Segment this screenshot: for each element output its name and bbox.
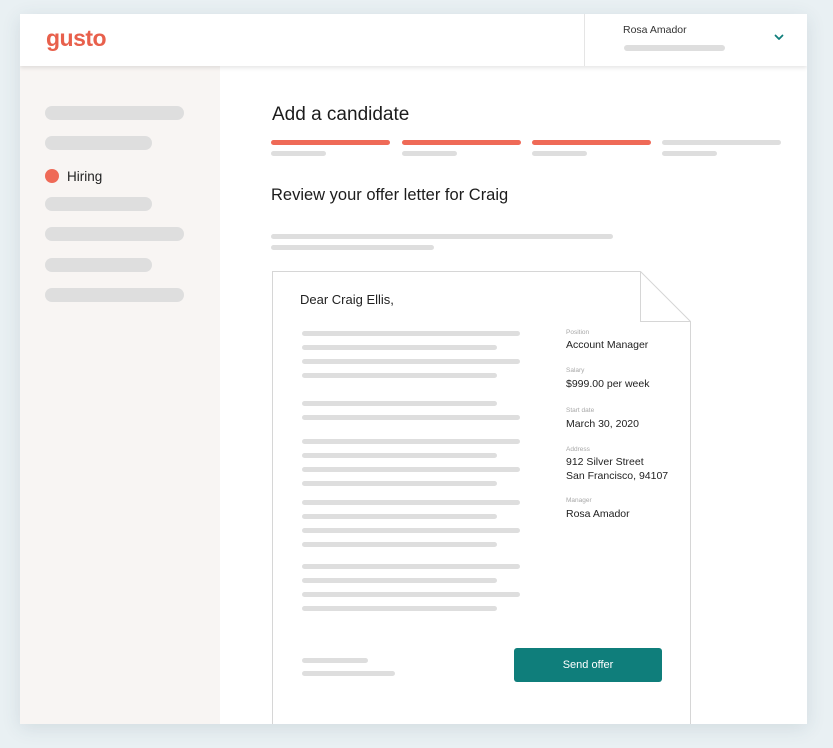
start-date-value: March 30, 2020 (566, 418, 639, 430)
sidebar: Hiring (20, 66, 220, 724)
letter-greeting: Dear Craig Ellis, (300, 292, 394, 307)
sidebar-item-placeholder[interactable] (45, 136, 152, 150)
gusto-logo[interactable]: gusto (46, 25, 107, 52)
letter-body-line (302, 564, 520, 569)
description-line (271, 245, 434, 250)
progress-step-3 (532, 140, 651, 145)
app-window: gusto Rosa Amador Hiring Add a candidate (20, 14, 807, 724)
letter-body-line (302, 481, 497, 486)
send-offer-button[interactable]: Send offer (514, 648, 662, 682)
sidebar-item-hiring[interactable]: Hiring (45, 166, 102, 186)
manager-value: Rosa Amador (566, 508, 630, 520)
account-menu[interactable]: Rosa Amador (584, 14, 807, 66)
progress-step-2 (402, 140, 521, 145)
letter-body-line (302, 514, 497, 519)
dot-icon (45, 169, 59, 183)
letter-body-line (302, 439, 520, 444)
letter-body-line (302, 606, 497, 611)
letter-body-line (302, 592, 520, 597)
section-title: Review your offer letter for Craig (271, 186, 509, 204)
letter-body-line (302, 359, 520, 364)
sidebar-item-placeholder[interactable] (45, 197, 152, 211)
account-user-name: Rosa Amador (623, 24, 687, 36)
sidebar-item-placeholder[interactable] (45, 258, 152, 272)
progress-step-1 (271, 140, 390, 145)
letter-body-line (302, 415, 520, 420)
address-line-1: 912 Silver Street (566, 456, 644, 468)
sidebar-item-label: Hiring (67, 168, 103, 184)
letter-signature-line (302, 658, 368, 663)
progress-step-label (402, 151, 457, 156)
chevron-down-icon[interactable] (773, 31, 785, 43)
position-value: Account Manager (566, 339, 649, 351)
progress-step-label (271, 151, 326, 156)
letter-body-line (302, 528, 520, 533)
letter-body-line (302, 401, 497, 406)
letter-body-line (302, 467, 520, 472)
letter-body-line (302, 578, 497, 583)
sidebar-item-placeholder[interactable] (45, 288, 184, 302)
letter-body-line (302, 453, 497, 458)
account-placeholder-bar (624, 45, 725, 51)
letter-body-line (302, 345, 497, 350)
letter-body-line (302, 373, 497, 378)
top-bar: gusto Rosa Amador (20, 14, 807, 66)
progress-step-label (662, 151, 717, 156)
page-title: Add a candidate (272, 104, 410, 125)
sidebar-item-placeholder[interactable] (45, 227, 184, 241)
progress-step-label (532, 151, 587, 156)
letter-body-line (302, 542, 497, 547)
letter-signature-line (302, 671, 395, 676)
letter-body-line (302, 500, 520, 505)
progress-step-4 (662, 140, 781, 145)
description-line (271, 234, 613, 239)
letter-body-line (302, 331, 520, 336)
manager-label: Manager (566, 497, 592, 504)
address-line-2: San Francisco, 94107 (566, 470, 669, 482)
salary-value: $999.00 per week (566, 378, 650, 390)
main-content: Add a candidate Review your offer letter… (220, 66, 807, 724)
salary-label: Salary (566, 367, 585, 374)
position-label: Position (566, 329, 590, 336)
address-label: Address (566, 446, 590, 453)
start-date-label: Start date (566, 407, 595, 414)
offer-letter: Dear Craig Ellis, Position Account Manag… (272, 271, 691, 724)
sidebar-item-placeholder[interactable] (45, 106, 184, 120)
